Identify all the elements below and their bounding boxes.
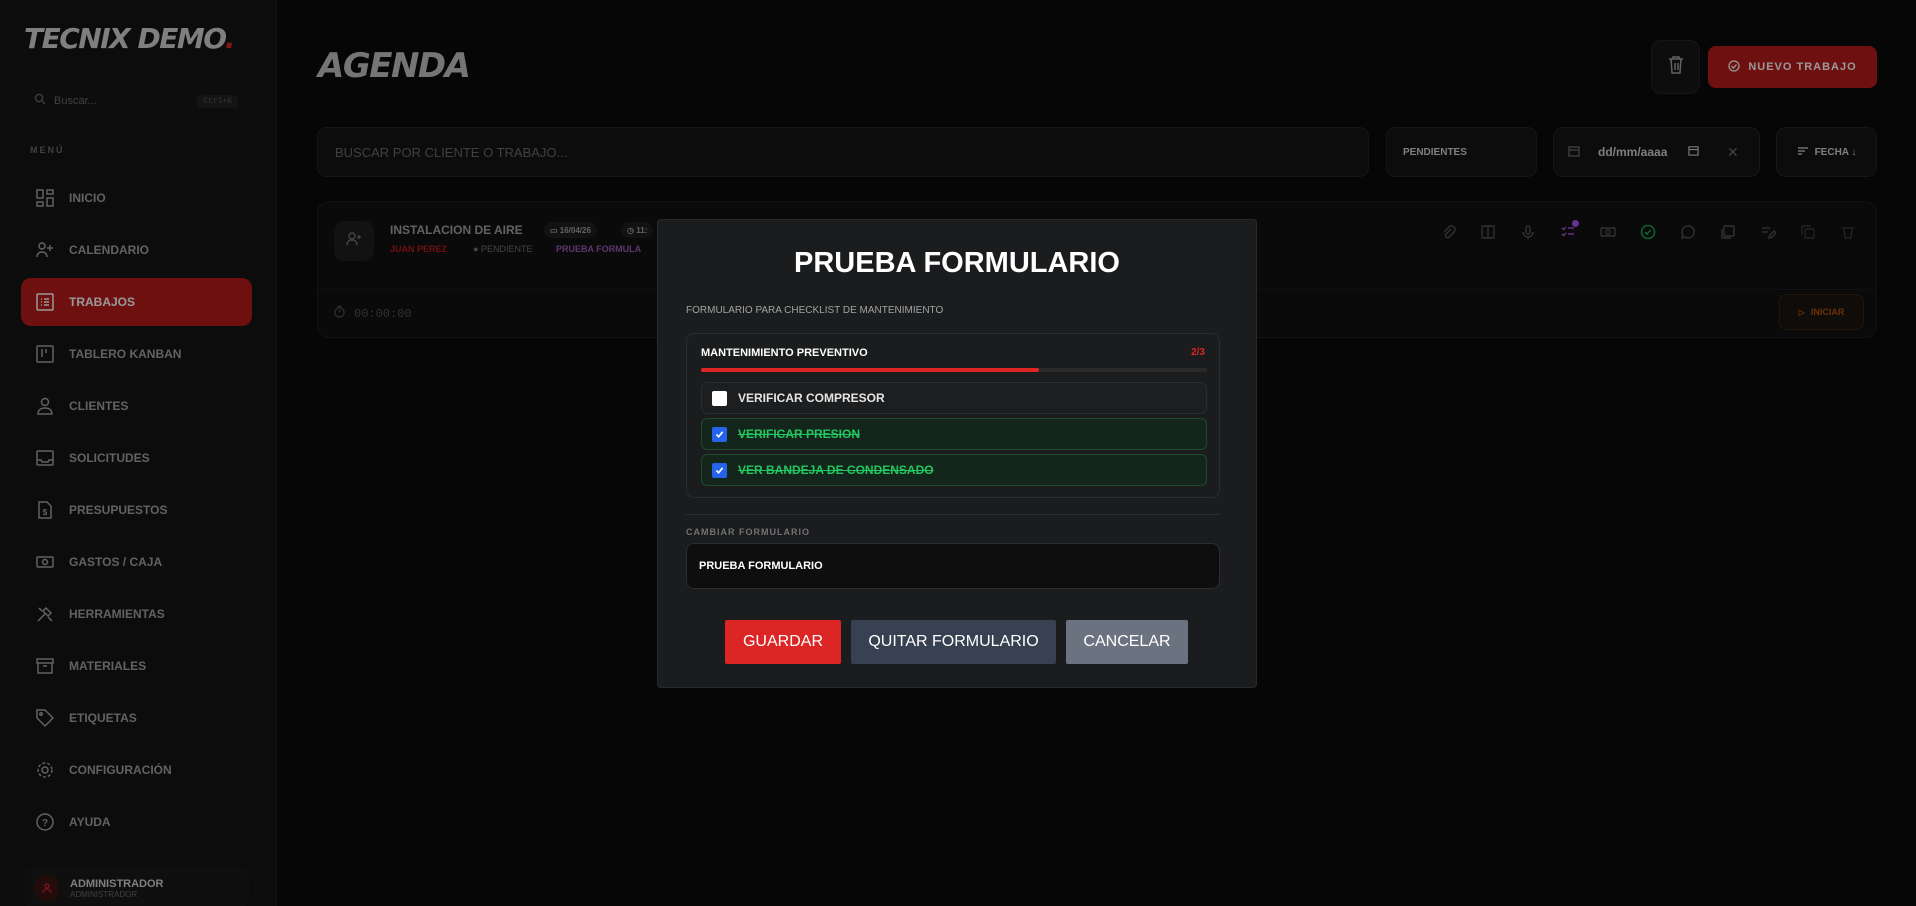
form-select[interactable]: PRUEBA FORMULARIO (686, 543, 1220, 589)
checkbox[interactable] (712, 390, 727, 406)
modal-description: FORMULARIO PARA CHECKLIST DE MANTENIMIEN… (686, 305, 944, 316)
checklist-item-label: VERIFICAR COMPRESOR (738, 391, 885, 405)
form-modal: PRUEBA FORMULARIO FORMULARIO PARA CHECKL… (657, 219, 1257, 688)
checklist-item[interactable]: VERIFICAR COMPRESOR (701, 382, 1207, 414)
checklist-item[interactable]: VERIFICAR PRESION (701, 418, 1207, 450)
progress-bar (701, 368, 1207, 372)
modal-title: PRUEBA FORMULARIO (794, 247, 1120, 279)
progress-count: 2/3 (1191, 347, 1205, 358)
save-button[interactable]: GUARDAR (725, 620, 841, 664)
cancel-button[interactable]: CANCELAR (1066, 620, 1188, 664)
change-form-label: CAMBIAR FORMULARIO (686, 527, 810, 537)
remove-form-button[interactable]: QUITAR FORMULARIO (851, 620, 1056, 664)
progress-fill (701, 368, 1039, 372)
section-title: MANTENIMIENTO PREVENTIVO (701, 347, 868, 359)
checklist-item-label: VERIFICAR PRESION (738, 427, 861, 441)
divider (686, 514, 1220, 515)
checklist-item[interactable]: VER BANDEJA DE CONDENSADO (701, 454, 1207, 486)
checkbox-checked[interactable] (712, 462, 727, 478)
checklist-section: MANTENIMIENTO PREVENTIVO 2/3 VERIFICAR C… (686, 333, 1220, 498)
checklist-item-label: VER BANDEJA DE CONDENSADO (738, 463, 934, 477)
checkbox-checked[interactable] (712, 426, 727, 442)
